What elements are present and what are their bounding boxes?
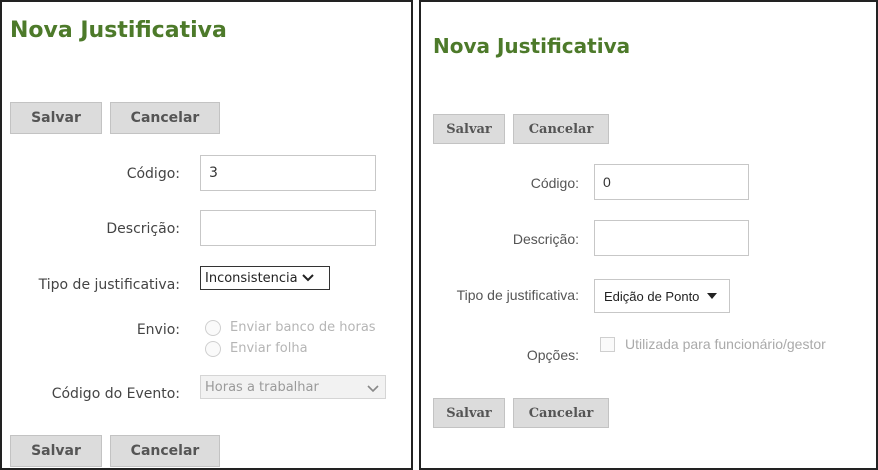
- codigo-evento-label: Código do Evento:: [51, 386, 180, 402]
- tipo-justificativa-select[interactable]: Inconsistencia: [200, 266, 330, 290]
- radio-folha-label: Enviar folha: [230, 341, 308, 356]
- radio-folha[interactable]: [205, 341, 221, 357]
- descricao-label: Descrição:: [512, 231, 579, 247]
- page-title: Nova Justificativa: [10, 18, 227, 43]
- funcionario-gestor-label: Utilizada para funcionário/gestor: [625, 336, 826, 352]
- funcionario-gestor-checkbox[interactable]: [600, 337, 615, 352]
- codigo-evento-value: Horas a trabalhar: [205, 379, 319, 395]
- codigo-label: Código:: [530, 175, 579, 191]
- save-button[interactable]: Salvar: [433, 114, 505, 144]
- tipo-justificativa-value: Inconsistencia: [205, 270, 298, 286]
- cancel-button[interactable]: Cancelar: [513, 114, 609, 144]
- page-title: Nova Justificativa: [433, 34, 631, 58]
- left-form-panel: Nova Justificativa Salvar Cancelar Códig…: [0, 0, 413, 470]
- tipo-justificativa-label: Tipo de justificativa:: [38, 277, 180, 293]
- descricao-label: Descrição:: [106, 221, 180, 237]
- caret-down-icon: [707, 293, 718, 299]
- codigo-evento-select[interactable]: Horas a trabalhar: [200, 375, 386, 399]
- chevron-down-icon: [367, 382, 379, 397]
- cancel-button-bottom[interactable]: Cancelar: [110, 435, 220, 467]
- envio-label: Envio:: [136, 322, 180, 338]
- tipo-justificativa-select[interactable]: Edição de Ponto: [594, 279, 730, 313]
- tipo-justificativa-label: Tipo de justificativa:: [456, 287, 579, 303]
- right-form-panel: Nova Justificativa Salvar Cancelar Códig…: [419, 0, 878, 470]
- descricao-input[interactable]: [594, 220, 749, 256]
- opcoes-label: Opções:: [526, 347, 579, 363]
- cancel-button[interactable]: Cancelar: [110, 102, 220, 134]
- tipo-justificativa-value: Edição de Ponto: [604, 288, 700, 304]
- descricao-input[interactable]: [200, 210, 376, 246]
- save-button-bottom[interactable]: Salvar: [433, 398, 505, 428]
- radio-banco-horas-label: Enviar banco de horas: [230, 320, 376, 335]
- cancel-button-bottom[interactable]: Cancelar: [513, 398, 609, 428]
- codigo-input[interactable]: [594, 164, 749, 200]
- save-button-bottom[interactable]: Salvar: [10, 435, 102, 467]
- codigo-input[interactable]: [200, 155, 376, 191]
- radio-banco-horas[interactable]: [205, 320, 221, 336]
- codigo-label: Código:: [126, 166, 180, 182]
- save-button[interactable]: Salvar: [10, 102, 102, 134]
- chevron-down-icon: [301, 272, 314, 285]
